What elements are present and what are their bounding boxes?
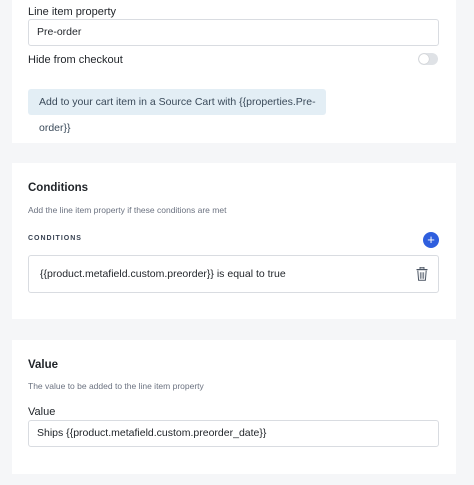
value-card: Value The value to be added to the line …	[12, 340, 456, 474]
line-item-property-input[interactable]: Pre-order	[28, 19, 439, 46]
property-info-box: Add to your cart item in a Source Cart w…	[28, 89, 326, 134]
condition-text: {{product.metafield.custom.preorder}} is…	[40, 268, 286, 280]
value-field-label: Value	[28, 406, 56, 418]
trash-icon[interactable]	[416, 267, 428, 281]
hide-from-checkout-toggle[interactable]	[418, 53, 438, 65]
conditions-description: Add the line item property if these cond…	[28, 205, 227, 215]
property-card: Line item property Pre-order Hide from c…	[12, 0, 456, 143]
value-description: The value to be added to the line item p…	[28, 381, 204, 391]
conditions-card: Conditions Add the line item property if…	[12, 163, 456, 319]
add-condition-button[interactable]: +	[423, 232, 439, 248]
value-input[interactable]: Ships {{product.metafield.custom.preorde…	[28, 420, 439, 447]
toggle-knob	[419, 54, 429, 64]
hide-from-checkout-label: Hide from checkout	[28, 54, 123, 66]
conditions-title: Conditions	[28, 182, 89, 194]
condition-row[interactable]: {{product.metafield.custom.preorder}} is…	[28, 255, 439, 293]
line-item-property-label: Line item property	[28, 6, 117, 18]
conditions-list-label: CONDITIONS	[28, 235, 82, 242]
value-title: Value	[28, 359, 59, 371]
plus-icon: +	[427, 232, 435, 247]
